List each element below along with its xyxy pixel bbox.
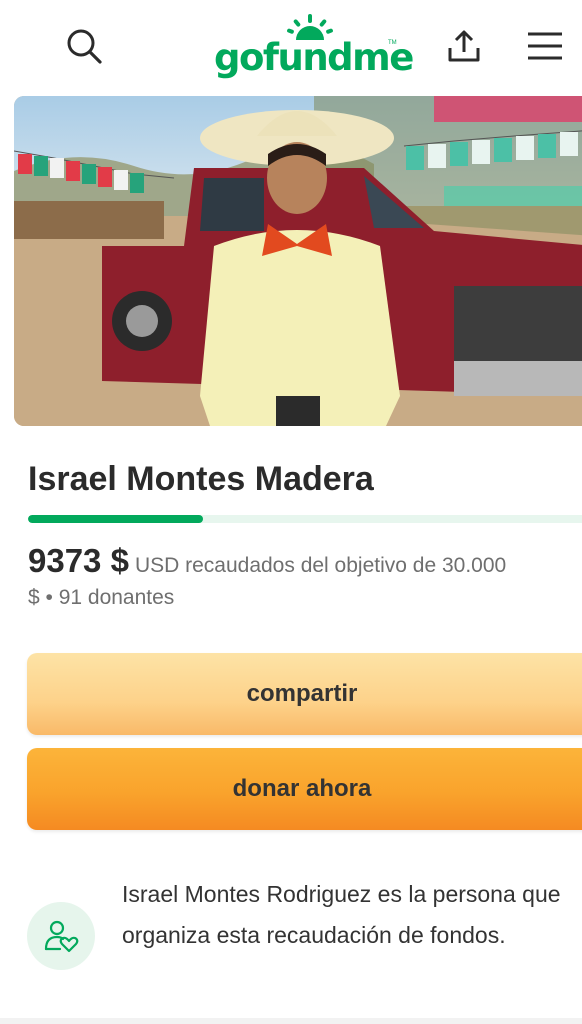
- organizer-description: Israel Montes Rodriguez es la persona qu…: [122, 881, 561, 948]
- campaign-title: Israel Montes Madera: [28, 460, 374, 498]
- logo-wordmark: gofundme: [214, 36, 414, 79]
- share-button-label: compartir: [246, 680, 358, 707]
- logo-trademark: TM: [388, 40, 397, 46]
- donor-count: $ • 91 donantes: [28, 586, 175, 609]
- share-upload-icon: [448, 30, 480, 62]
- search-button[interactable]: [60, 22, 108, 70]
- top-nav-bar: gofundme TM: [0, 0, 582, 92]
- raised-goal-text: USD recaudados del objetivo de 30.000: [134, 554, 507, 577]
- hamburger-menu-icon: [528, 32, 562, 60]
- progress-bar: [28, 515, 582, 523]
- bottom-divider: [0, 1018, 582, 1024]
- organizer-avatar: [27, 902, 95, 970]
- share-header-button[interactable]: [440, 22, 488, 70]
- raised-amount: 9373 $: [28, 542, 129, 579]
- donate-button[interactable]: donar ahora: [27, 748, 582, 830]
- progress-bar-fill: [28, 515, 203, 523]
- gofundme-logo[interactable]: gofundme TM: [214, 14, 414, 80]
- donate-button-label: donar ahora: [232, 775, 372, 802]
- menu-button[interactable]: [520, 22, 570, 70]
- search-icon: [67, 29, 102, 64]
- user-heart-icon: [44, 920, 79, 953]
- campaign-hero-image[interactable]: [14, 96, 582, 426]
- share-button[interactable]: compartir: [27, 653, 582, 735]
- amount-raised-line: 9373 $ USD recaudados del objetivo de 30.…: [28, 541, 582, 588]
